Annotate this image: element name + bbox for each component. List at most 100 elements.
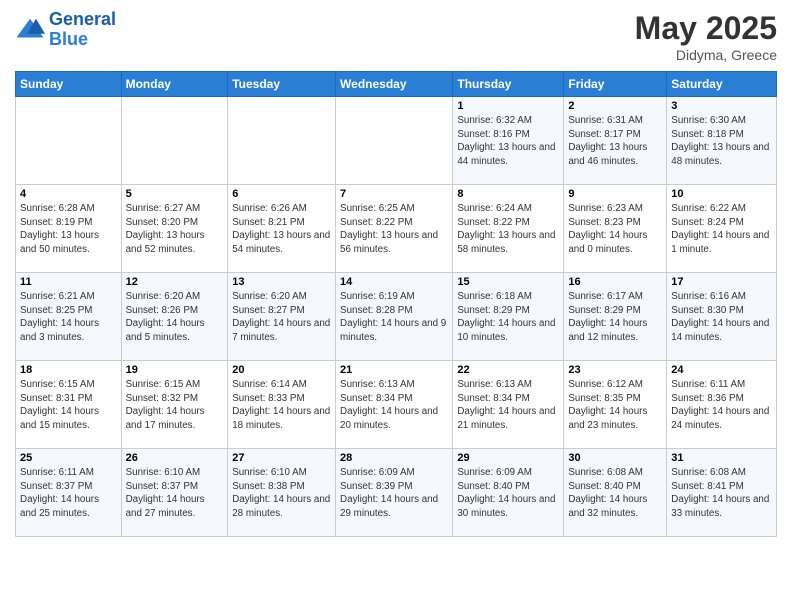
day-info: Sunrise: 6:20 AM Sunset: 8:26 PM Dayligh… — [126, 290, 224, 345]
calendar-cell: 24 Sunrise: 6:11 AM Sunset: 8:36 PM Dayli… — [667, 361, 777, 449]
calendar-week-row: 11 Sunrise: 6:21 AM Sunset: 8:25 PM Dayli… — [16, 273, 777, 361]
day-info: Sunrise: 6:21 AM Sunset: 8:25 PM Dayligh… — [20, 290, 117, 345]
calendar-cell: 20 Sunrise: 6:14 AM Sunset: 8:33 PM Dayli… — [228, 361, 336, 449]
day-info: Sunrise: 6:08 AM Sunset: 8:41 PM Dayligh… — [671, 466, 772, 521]
day-info: Sunrise: 6:17 AM Sunset: 8:29 PM Dayligh… — [568, 290, 662, 345]
logo-icon — [15, 15, 45, 45]
day-number: 11 — [20, 276, 117, 288]
calendar-week-row: 4Sunrise: 6:28 AM Sunset: 8:19 PM Daylig… — [16, 185, 777, 273]
calendar-table: SundayMondayTuesdayWednesdayThursdayFrid… — [15, 71, 777, 537]
day-number: 2 — [568, 100, 662, 112]
page-container: General Blue May 2025 Didyma, Greece Sun… — [0, 0, 792, 547]
day-info: Sunrise: 6:25 AM Sunset: 8:22 PM Dayligh… — [340, 202, 448, 257]
calendar-cell — [228, 97, 336, 185]
day-number: 5 — [126, 188, 224, 200]
calendar-header-row: SundayMondayTuesdayWednesdayThursdayFrid… — [16, 72, 777, 97]
day-number: 3 — [671, 100, 772, 112]
day-number: 27 — [232, 452, 331, 464]
day-number: 15 — [457, 276, 559, 288]
calendar-day-header: Saturday — [667, 72, 777, 97]
day-info: Sunrise: 6:15 AM Sunset: 8:32 PM Dayligh… — [126, 378, 224, 433]
calendar-body: 1Sunrise: 6:32 AM Sunset: 8:16 PM Daylig… — [16, 97, 777, 537]
day-number: 20 — [232, 364, 331, 376]
day-info: Sunrise: 6:11 AM Sunset: 8:37 PM Dayligh… — [20, 466, 117, 521]
day-number: 30 — [568, 452, 662, 464]
calendar-cell: 9 Sunrise: 6:23 AM Sunset: 8:23 PM Daylig… — [564, 185, 667, 273]
calendar-cell: 18Sunrise: 6:15 AM Sunset: 8:31 PM Dayli… — [16, 361, 122, 449]
calendar-cell: 2 Sunrise: 6:31 AM Sunset: 8:17 PM Daylig… — [564, 97, 667, 185]
day-info: Sunrise: 6:19 AM Sunset: 8:28 PM Dayligh… — [340, 290, 448, 345]
day-number: 12 — [126, 276, 224, 288]
day-info: Sunrise: 6:09 AM Sunset: 8:40 PM Dayligh… — [457, 466, 559, 521]
calendar-cell: 30 Sunrise: 6:08 AM Sunset: 8:40 PM Dayli… — [564, 449, 667, 537]
day-number: 28 — [340, 452, 448, 464]
calendar-day-header: Sunday — [16, 72, 122, 97]
day-number: 14 — [340, 276, 448, 288]
day-info: Sunrise: 6:13 AM Sunset: 8:34 PM Dayligh… — [340, 378, 448, 433]
calendar-cell: 28 Sunrise: 6:09 AM Sunset: 8:39 PM Dayli… — [336, 449, 453, 537]
day-info: Sunrise: 6:27 AM Sunset: 8:20 PM Dayligh… — [126, 202, 224, 257]
day-number: 22 — [457, 364, 559, 376]
calendar-day-header: Monday — [121, 72, 228, 97]
day-number: 25 — [20, 452, 117, 464]
day-info: Sunrise: 6:23 AM Sunset: 8:23 PM Dayligh… — [568, 202, 662, 257]
calendar-day-header: Tuesday — [228, 72, 336, 97]
logo-text: General Blue — [49, 10, 116, 50]
calendar-cell: 14 Sunrise: 6:19 AM Sunset: 8:28 PM Dayli… — [336, 273, 453, 361]
main-title: May 2025 — [635, 10, 777, 47]
day-number: 8 — [457, 188, 559, 200]
day-info: Sunrise: 6:28 AM Sunset: 8:19 PM Dayligh… — [20, 202, 117, 257]
calendar-cell: 19 Sunrise: 6:15 AM Sunset: 8:32 PM Dayli… — [121, 361, 228, 449]
calendar-cell: 7 Sunrise: 6:25 AM Sunset: 8:22 PM Daylig… — [336, 185, 453, 273]
calendar-cell: 4Sunrise: 6:28 AM Sunset: 8:19 PM Daylig… — [16, 185, 122, 273]
calendar-cell: 22Sunrise: 6:13 AM Sunset: 8:34 PM Dayli… — [453, 361, 564, 449]
day-number: 26 — [126, 452, 224, 464]
calendar-cell: 11 Sunrise: 6:21 AM Sunset: 8:25 PM Dayli… — [16, 273, 122, 361]
day-info: Sunrise: 6:10 AM Sunset: 8:37 PM Dayligh… — [126, 466, 224, 521]
calendar-cell: 16Sunrise: 6:17 AM Sunset: 8:29 PM Dayli… — [564, 273, 667, 361]
day-info: Sunrise: 6:14 AM Sunset: 8:33 PM Dayligh… — [232, 378, 331, 433]
day-info: Sunrise: 6:09 AM Sunset: 8:39 PM Dayligh… — [340, 466, 448, 521]
calendar-cell: 27Sunrise: 6:10 AM Sunset: 8:38 PM Dayli… — [228, 449, 336, 537]
title-block: May 2025 Didyma, Greece — [635, 10, 777, 63]
day-info: Sunrise: 6:18 AM Sunset: 8:29 PM Dayligh… — [457, 290, 559, 345]
calendar-cell — [121, 97, 228, 185]
day-info: Sunrise: 6:08 AM Sunset: 8:40 PM Dayligh… — [568, 466, 662, 521]
subtitle: Didyma, Greece — [635, 47, 777, 63]
day-info: Sunrise: 6:15 AM Sunset: 8:31 PM Dayligh… — [20, 378, 117, 433]
calendar-cell: 13 Sunrise: 6:20 AM Sunset: 8:27 PM Dayli… — [228, 273, 336, 361]
logo: General Blue — [15, 10, 116, 50]
day-number: 24 — [671, 364, 772, 376]
day-info: Sunrise: 6:16 AM Sunset: 8:30 PM Dayligh… — [671, 290, 772, 345]
calendar-cell: 21 Sunrise: 6:13 AM Sunset: 8:34 PM Dayli… — [336, 361, 453, 449]
calendar-cell: 6 Sunrise: 6:26 AM Sunset: 8:21 PM Daylig… — [228, 185, 336, 273]
logo-line2: Blue — [49, 29, 88, 49]
day-info: Sunrise: 6:22 AM Sunset: 8:24 PM Dayligh… — [671, 202, 772, 257]
day-number: 7 — [340, 188, 448, 200]
day-number: 13 — [232, 276, 331, 288]
calendar-cell — [16, 97, 122, 185]
day-number: 9 — [568, 188, 662, 200]
calendar-cell: 1Sunrise: 6:32 AM Sunset: 8:16 PM Daylig… — [453, 97, 564, 185]
day-info: Sunrise: 6:26 AM Sunset: 8:21 PM Dayligh… — [232, 202, 331, 257]
calendar-cell: 25 Sunrise: 6:11 AM Sunset: 8:37 PM Dayli… — [16, 449, 122, 537]
calendar-cell: 31 Sunrise: 6:08 AM Sunset: 8:41 PM Dayli… — [667, 449, 777, 537]
day-number: 31 — [671, 452, 772, 464]
calendar-cell: 29 Sunrise: 6:09 AM Sunset: 8:40 PM Dayli… — [453, 449, 564, 537]
calendar-cell: 10Sunrise: 6:22 AM Sunset: 8:24 PM Dayli… — [667, 185, 777, 273]
day-number: 17 — [671, 276, 772, 288]
calendar-week-row: 25 Sunrise: 6:11 AM Sunset: 8:37 PM Dayli… — [16, 449, 777, 537]
calendar-day-header: Friday — [564, 72, 667, 97]
day-info: Sunrise: 6:30 AM Sunset: 8:18 PM Dayligh… — [671, 114, 772, 169]
day-info: Sunrise: 6:20 AM Sunset: 8:27 PM Dayligh… — [232, 290, 331, 345]
day-number: 21 — [340, 364, 448, 376]
calendar-cell: 5 Sunrise: 6:27 AM Sunset: 8:20 PM Daylig… — [121, 185, 228, 273]
calendar-cell: 12 Sunrise: 6:20 AM Sunset: 8:26 PM Dayli… — [121, 273, 228, 361]
calendar-day-header: Wednesday — [336, 72, 453, 97]
day-info: Sunrise: 6:31 AM Sunset: 8:17 PM Dayligh… — [568, 114, 662, 169]
calendar-cell: 3 Sunrise: 6:30 AM Sunset: 8:18 PM Daylig… — [667, 97, 777, 185]
day-number: 6 — [232, 188, 331, 200]
day-info: Sunrise: 6:11 AM Sunset: 8:36 PM Dayligh… — [671, 378, 772, 433]
day-number: 19 — [126, 364, 224, 376]
day-number: 29 — [457, 452, 559, 464]
